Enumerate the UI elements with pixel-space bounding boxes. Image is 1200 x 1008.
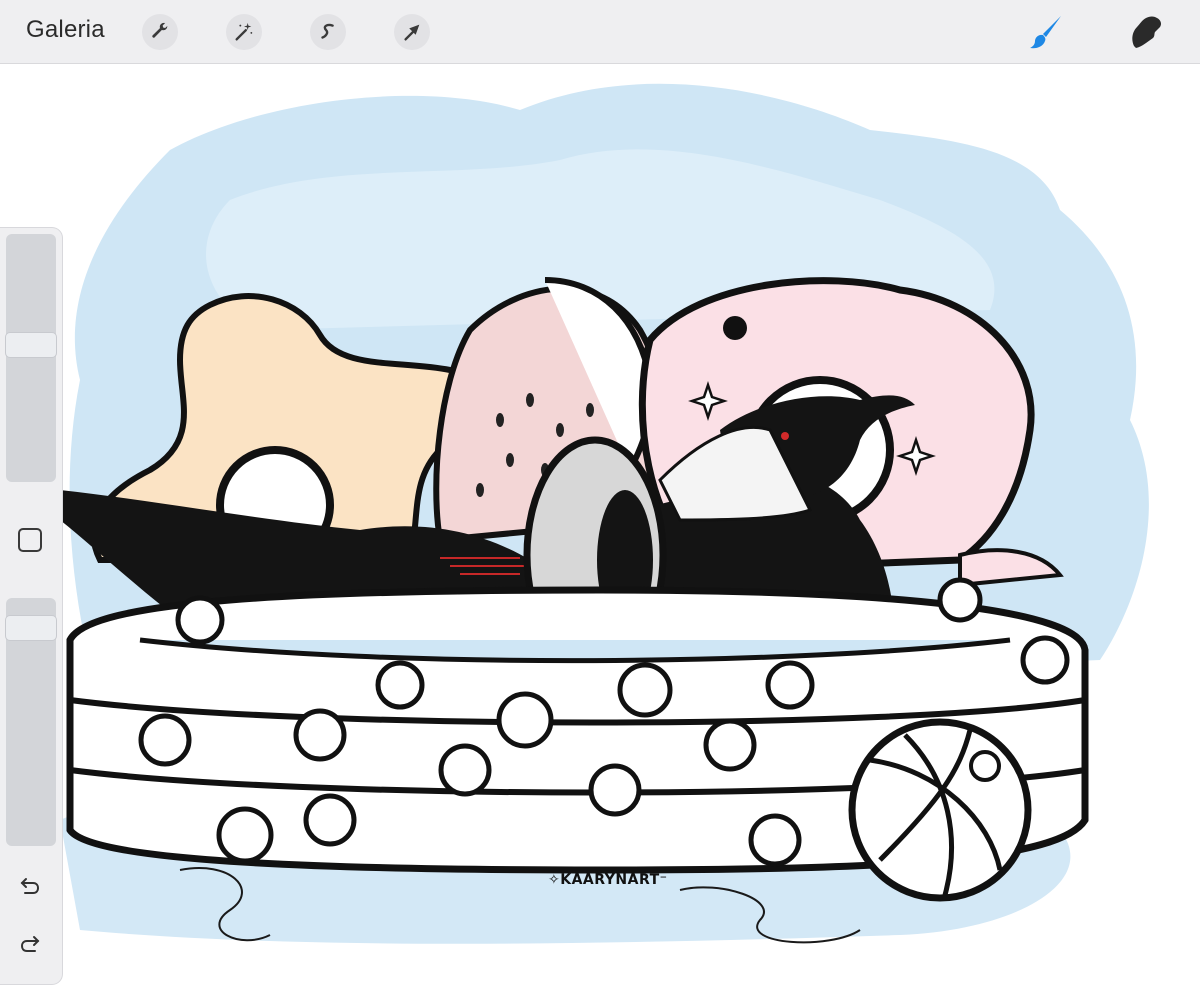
selection-button[interactable]	[310, 14, 346, 50]
redo-icon	[20, 936, 40, 952]
drawing-canvas[interactable]: ✧KAARYNART⁻	[0, 64, 1200, 1008]
smudge-icon	[1132, 16, 1161, 48]
wrench-icon	[152, 22, 168, 38]
modify-square-icon[interactable]	[18, 528, 42, 552]
artwork	[60, 83, 1149, 944]
brush-icon	[1030, 16, 1061, 49]
actions-button[interactable]	[142, 14, 178, 50]
brush-size-slider-thumb[interactable]	[6, 333, 56, 357]
adjustments-button[interactable]	[226, 14, 262, 50]
undo-button[interactable]	[15, 870, 45, 900]
transform-arrow-icon	[404, 24, 420, 41]
undo-icon	[20, 878, 40, 894]
redo-button[interactable]	[15, 928, 45, 958]
opacity-slider[interactable]	[6, 598, 56, 846]
magic-wand-icon	[235, 22, 253, 41]
smudge-button[interactable]	[1124, 10, 1168, 54]
brush-size-slider[interactable]	[6, 234, 56, 482]
top-toolbar: Galeria	[0, 0, 1200, 64]
artist-signature: ✧KAARYNART⁻	[548, 872, 668, 888]
brush-button[interactable]	[1024, 10, 1068, 54]
transform-button[interactable]	[394, 14, 430, 50]
selection-icon	[321, 23, 334, 39]
left-sidebar	[0, 228, 62, 984]
opacity-slider-thumb[interactable]	[6, 616, 56, 640]
gallery-button[interactable]: Galeria	[26, 16, 105, 44]
